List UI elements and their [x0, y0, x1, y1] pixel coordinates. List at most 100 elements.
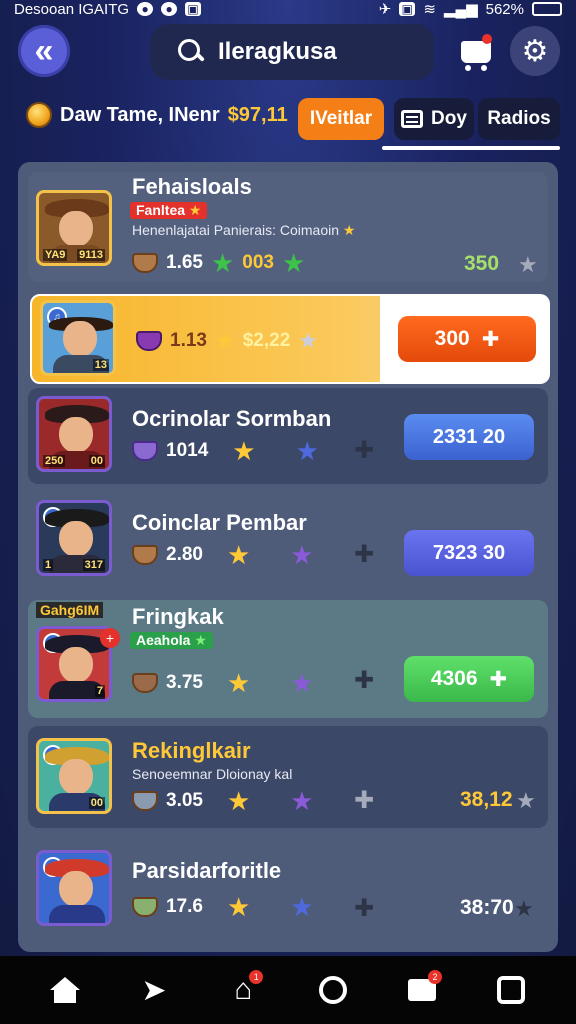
price-button[interactable]: 2331 20 — [404, 414, 534, 460]
list-item[interactable]: 250 00 Ocrinolar Sormban 1014 ★ ★ ✚ 2331… — [28, 388, 548, 484]
nav-search[interactable] — [311, 968, 355, 1012]
stat-value: 1.65 — [166, 252, 203, 273]
plus-icon: ✚ — [489, 667, 508, 691]
price-button[interactable]: 7323 30 — [404, 530, 534, 576]
stat-value: 3.05 — [166, 790, 203, 811]
profile-icon — [497, 976, 526, 1004]
signal-icon: ▂▄▆ — [443, 1, 478, 18]
star-icon: ★ — [210, 248, 235, 278]
puzzle-icon: ✚ — [354, 895, 375, 922]
star-icon: ★ — [290, 668, 314, 698]
list-item[interactable]: Gahg6IM ♫ 7 + Fringkak Aeahola ★ 3.75 ★ … — [28, 600, 548, 718]
star-icon: ★ — [290, 540, 314, 570]
stat-value: 1014 — [166, 440, 209, 461]
character-stats: 3.75 ★ ★ — [132, 670, 314, 696]
active-tab-indicator — [382, 146, 560, 150]
list-item[interactable]: YA9 9113 Fehaisloals Fanltea ★ Henenlaja… — [28, 172, 548, 282]
character-stats: 2.80 ★ ★ — [132, 542, 314, 568]
bowl-icon — [132, 253, 158, 273]
stat-value: 17.6 — [166, 896, 203, 917]
star-icon: ★ — [188, 202, 202, 218]
character-stats: 3.05 ★ ★ — [132, 788, 314, 814]
puzzle-icon: ✚ — [354, 437, 375, 464]
bowl-icon — [132, 897, 158, 917]
list-icon — [401, 110, 424, 128]
tab-label: Doy — [431, 108, 467, 129]
gear-icon: ⚙ — [521, 34, 549, 68]
star-icon: ★ — [290, 786, 314, 816]
balance-label: Daw Tame, INenr — [60, 103, 220, 126]
chest-icon — [136, 331, 162, 351]
buy-button[interactable]: 300 ✚ — [398, 316, 536, 362]
star-icon: ★ — [342, 222, 356, 238]
stat-value: 3.75 — [166, 672, 203, 693]
banner-label: Gahg6IM — [36, 602, 104, 618]
nav-inbox[interactable]: 2 — [400, 968, 444, 1012]
tab-label: Radios — [487, 108, 551, 129]
back-button[interactable]: « — [18, 25, 70, 77]
stat-value: 1.13 — [170, 330, 207, 351]
cart-notification-dot — [482, 34, 492, 44]
tab-meitlar[interactable]: IVeitlar — [298, 98, 384, 140]
character-name: Coinclar Pembar — [132, 510, 307, 535]
notification-badge: 1 — [249, 970, 264, 984]
balance-row: Daw Tame, INenr $97,11 IVeitlar Doy Radi… — [0, 96, 576, 142]
bowl-icon — [132, 545, 158, 565]
star-icon: ★ — [214, 328, 235, 353]
star-icon: ★ — [232, 436, 256, 466]
app-icon: ● — [161, 2, 178, 16]
tab-radios[interactable]: Radios — [478, 98, 560, 140]
character-description: Senoeemnar Dloionay kal — [132, 766, 293, 782]
list-item[interactable]: ♫ Parsidarforitle 17.6 ★ ★ ✚ 38:70 ★ — [28, 838, 548, 946]
character-tag: Aeahola ★ — [130, 632, 213, 649]
balance-display: Daw Tame, INenr $97,11 — [26, 102, 288, 128]
airplane-icon: ✈ — [378, 1, 392, 18]
nav-profile[interactable] — [489, 968, 533, 1012]
bottom-navigation: ➤ ⌂ 1 2 — [0, 956, 576, 1024]
character-stats: 1.65 ★ 003 ★ — [132, 250, 305, 276]
character-stats: 1014 ★ ★ — [132, 438, 319, 464]
list-item-selected[interactable]: ♫ 13 1.13 ★ $2,22 ★ 300 ✚ — [30, 294, 550, 384]
cart-button[interactable] — [454, 30, 498, 74]
settings-button[interactable]: ⚙ — [510, 26, 560, 76]
character-name: Ocrinolar Sormban — [132, 406, 332, 431]
character-description: Henenlajatai Panierais: Coimaoin ★ — [132, 222, 356, 238]
notification-icon: ● — [137, 2, 154, 16]
stat-value-2: 003 — [242, 252, 274, 273]
battery-icon — [532, 2, 562, 16]
search-bar[interactable]: Ileragkusa — [150, 24, 434, 80]
stat-value: 2.80 — [166, 544, 203, 565]
tab-doy[interactable]: Doy — [394, 98, 474, 140]
battery-text: 562% — [485, 0, 524, 18]
puzzle-icon: ✚ — [354, 787, 375, 814]
star-icon: ★ — [226, 540, 251, 570]
character-stats: 1.13 ★ $2,22 ★ — [136, 330, 318, 352]
list-item[interactable]: ♫ 00 Rekinglkair Senoeemnar Dloionay kal… — [28, 726, 548, 828]
star-icon: ★ — [514, 896, 534, 921]
tab-label: IVeitlar — [309, 108, 373, 129]
character-name: Fringkak — [132, 604, 224, 629]
star-icon: ★ — [194, 632, 207, 648]
star-icon: ★ — [282, 248, 306, 278]
wifi-icon: ≋ — [423, 1, 436, 18]
nav-send[interactable]: ➤ — [132, 968, 176, 1012]
character-list: YA9 9113 Fehaisloals Fanltea ★ Henenlaja… — [18, 162, 558, 952]
nav-home[interactable] — [43, 968, 87, 1012]
price-value: $2,22 — [242, 330, 291, 351]
notification-badge: 2 — [427, 970, 442, 984]
coin-icon — [26, 102, 52, 128]
buy-button[interactable]: 4306 ✚ — [404, 656, 534, 702]
cart-icon — [461, 41, 491, 71]
star-icon: ★ — [516, 788, 536, 813]
character-avatar: ♫ — [36, 850, 112, 926]
add-badge[interactable]: + — [100, 628, 120, 648]
character-stats: 17.6 ★ ★ — [132, 894, 314, 920]
star-icon: ★ — [226, 892, 251, 922]
sim-icon: ▣ — [399, 2, 416, 16]
character-name: Parsidarforitle — [132, 858, 282, 883]
nav-camera[interactable]: ⌂ 1 — [221, 968, 265, 1012]
star-icon: ★ — [518, 252, 538, 277]
home-icon — [49, 977, 80, 1003]
list-item[interactable]: ♫ 1 317 Coinclar Pembar 2.80 ★ ★ ✚ 7323 … — [28, 492, 548, 592]
top-header: « Ileragkusa ⚙ — [0, 22, 576, 84]
